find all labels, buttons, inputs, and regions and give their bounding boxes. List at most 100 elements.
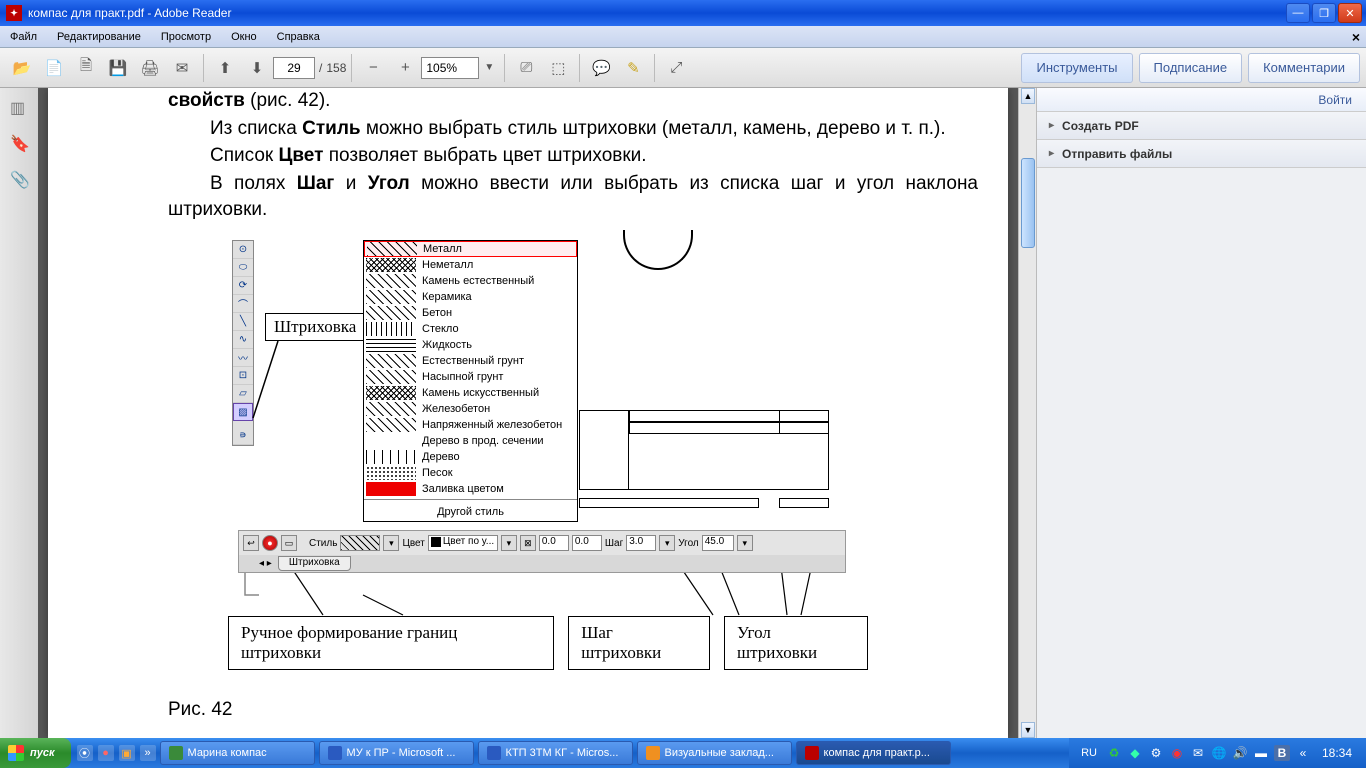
scroll-down-icon[interactable]: ▼ xyxy=(1021,722,1035,738)
page-down-icon[interactable]: ⬇ xyxy=(243,54,271,82)
zoom-dropdown-icon[interactable]: ▼ xyxy=(481,54,497,82)
thumbnails-icon[interactable]: ▥ xyxy=(10,98,28,116)
close-button[interactable]: ✕ xyxy=(1338,3,1362,23)
comment-icon[interactable]: 💬 xyxy=(587,54,615,82)
text: (рис. 42). xyxy=(245,90,331,111)
menu-file[interactable]: Файл xyxy=(0,28,47,46)
app-icon xyxy=(328,746,342,760)
ql-icon[interactable]: » xyxy=(140,745,156,761)
zoom-in-icon[interactable]: + xyxy=(391,54,419,82)
page-up-icon[interactable]: ⬆ xyxy=(211,54,239,82)
fit-page-icon[interactable]: ⬚ xyxy=(544,54,572,82)
tool-icon: ╲ xyxy=(233,313,253,331)
tools-button[interactable]: Инструменты xyxy=(1021,53,1132,83)
zoom-out-icon[interactable]: − xyxy=(359,54,387,82)
tray-icon[interactable]: ♻ xyxy=(1106,745,1122,761)
sign-button[interactable]: Подписание xyxy=(1139,53,1243,83)
dropdown-other: Другой стиль xyxy=(364,503,577,521)
panel-send-files[interactable]: Отправить файлы xyxy=(1037,140,1366,168)
panel-create-pdf[interactable]: Создать PDF xyxy=(1037,112,1366,140)
text: Цвет xyxy=(279,145,324,166)
bookmarks-icon[interactable]: 🔖 xyxy=(10,134,28,152)
email-icon[interactable]: ✉ xyxy=(168,54,196,82)
vertical-scrollbar[interactable]: ▲ ▼ xyxy=(1018,88,1036,738)
text: В полях xyxy=(210,173,297,194)
tray-icon[interactable]: « xyxy=(1295,745,1311,761)
page-number-input[interactable] xyxy=(273,57,315,79)
read-mode-icon[interactable]: ⤢ xyxy=(662,54,690,82)
menu-window[interactable]: Окно xyxy=(221,28,267,46)
dropdown-item: Заливка цветом xyxy=(364,481,577,497)
tray-icon[interactable]: ◆ xyxy=(1127,745,1143,761)
dropdown-item: Камень искусственный xyxy=(364,385,577,401)
separator xyxy=(579,54,580,82)
task-label: КТП 3ТМ КГ - Micros... xyxy=(506,747,619,759)
tray-icon[interactable]: 🔊 xyxy=(1232,745,1248,761)
dropdown-item: Железобетон xyxy=(364,401,577,417)
start-button[interactable]: пуск xyxy=(0,738,71,768)
taskbar: пуск ⦿ ● ▣ » Марина компас МУ к ПР - Mic… xyxy=(0,738,1366,768)
ql-icon[interactable]: ● xyxy=(98,745,114,761)
fit-width-icon[interactable]: ⎚ xyxy=(512,54,540,82)
style-dropdown: Металл Неметалл Камень естественный Кера… xyxy=(363,240,578,522)
tray-icon[interactable]: ✉ xyxy=(1190,745,1206,761)
menu-view[interactable]: Просмотр xyxy=(151,28,221,46)
value-field: 0.0 xyxy=(539,535,569,551)
task-label: Визуальные заклад... xyxy=(665,747,774,759)
text: свойств xyxy=(168,90,245,111)
dropdown-item: Дерево xyxy=(364,449,577,465)
open-icon[interactable]: 📂 xyxy=(8,54,36,82)
create-pdf-icon[interactable]: 📄 xyxy=(40,54,68,82)
comment-button[interactable]: Комментарии xyxy=(1248,53,1360,83)
dropdown-item: Керамика xyxy=(364,289,577,305)
zoom-input[interactable] xyxy=(421,57,479,79)
tray-icon[interactable]: B xyxy=(1274,745,1290,761)
dropdown-item: Металл xyxy=(364,241,577,257)
prop-sel-icon: ▭ xyxy=(281,535,297,551)
save-icon[interactable]: 💾 xyxy=(104,54,132,82)
tool-icon: ▱ xyxy=(233,385,253,403)
tray-icon[interactable]: ◉ xyxy=(1169,745,1185,761)
scroll-thumb[interactable] xyxy=(1021,158,1035,248)
tool-icon: ⟳ xyxy=(233,277,253,295)
label: Стиль xyxy=(309,538,337,549)
tool-icon: ⋼ xyxy=(233,427,253,445)
value-field: 0.0 xyxy=(572,535,602,551)
text: Список xyxy=(210,145,279,166)
task-button-active[interactable]: компас для практ.p... xyxy=(796,741,951,765)
print-icon[interactable]: 🖨 xyxy=(136,54,164,82)
highlight-icon[interactable]: ✎ xyxy=(619,54,647,82)
convert-icon[interactable]: 🗎 xyxy=(72,54,100,82)
tray-icon[interactable]: 🌐 xyxy=(1211,745,1227,761)
task-button[interactable]: КТП 3ТМ КГ - Micros... xyxy=(478,741,633,765)
maximize-button[interactable]: ❐ xyxy=(1312,3,1336,23)
menubar: Файл Редактирование Просмотр Окно Справк… xyxy=(0,26,1366,48)
language-indicator[interactable]: RU xyxy=(1077,745,1101,761)
ql-icon[interactable]: ▣ xyxy=(119,745,135,761)
tab-hatch: Штриховка xyxy=(278,556,351,571)
task-button[interactable]: Визуальные заклад... xyxy=(637,741,792,765)
hatch-tool-icon: ▨ xyxy=(233,403,253,421)
dropdown-item: Естественный грунт xyxy=(364,353,577,369)
task-button[interactable]: Марина компас xyxy=(160,741,315,765)
tray-icon[interactable]: ⚙ xyxy=(1148,745,1164,761)
task-button[interactable]: МУ к ПР - Microsoft ... xyxy=(319,741,474,765)
scroll-up-icon[interactable]: ▲ xyxy=(1021,88,1035,104)
pdf-page: свойств (рис. 42). Из списка Стиль можно… xyxy=(48,88,1008,738)
tool-icon: ⬭ xyxy=(233,259,253,277)
ql-icon[interactable]: ⦿ xyxy=(77,745,93,761)
tool-icon: ∿ xyxy=(233,331,253,349)
login-link[interactable]: Войти xyxy=(1037,88,1366,112)
menu-help[interactable]: Справка xyxy=(267,28,330,46)
angle-field: 45.0 xyxy=(702,535,734,551)
color-field: Цвет по у... xyxy=(428,535,498,551)
attachments-icon[interactable]: 📎 xyxy=(10,170,28,188)
tray-icon[interactable]: ▬ xyxy=(1253,745,1269,761)
document-close-icon[interactable]: × xyxy=(1352,29,1360,45)
app-icon xyxy=(169,746,183,760)
clock[interactable]: 18:34 xyxy=(1316,746,1358,760)
dropdown-item: Жидкость xyxy=(364,337,577,353)
document-viewport[interactable]: свойств (рис. 42). Из списка Стиль можно… xyxy=(38,88,1018,738)
menu-edit[interactable]: Редактирование xyxy=(47,28,151,46)
minimize-button[interactable]: — xyxy=(1286,3,1310,23)
